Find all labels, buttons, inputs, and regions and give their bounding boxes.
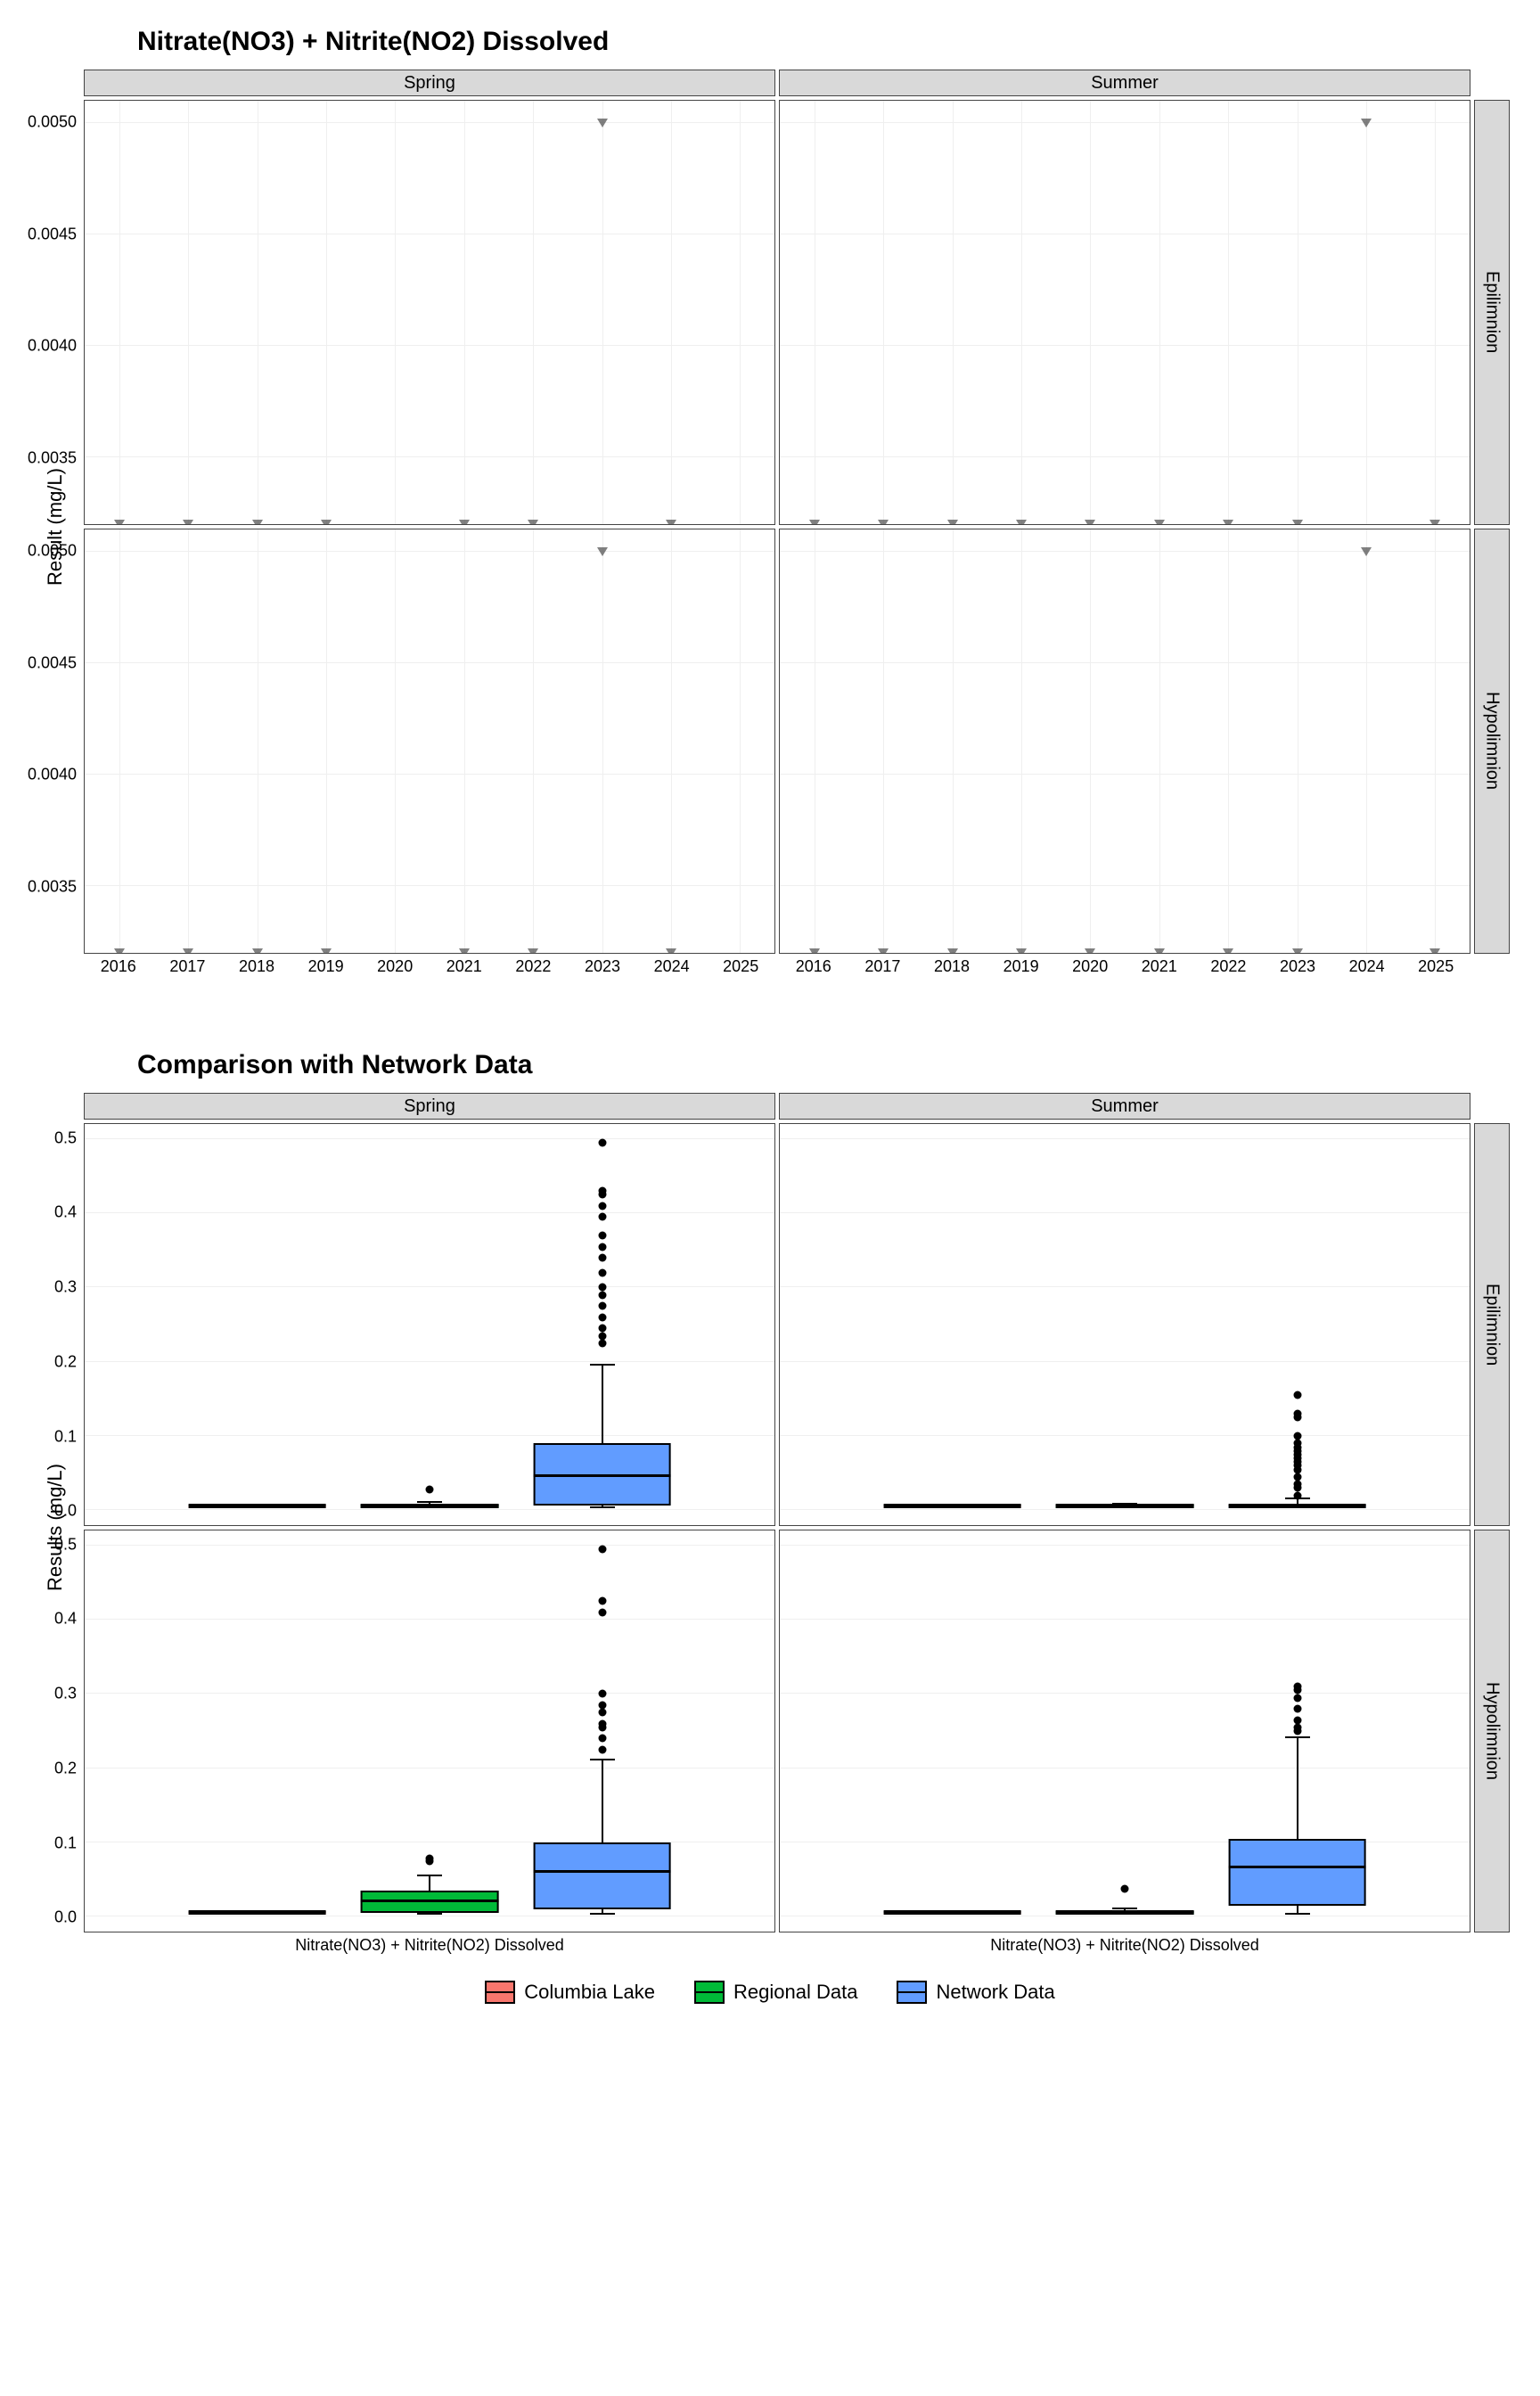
bpanel-summer-epi xyxy=(779,1123,1470,1526)
legend-label-network: Network Data xyxy=(936,1981,1054,2004)
legend-item-network: Network Data xyxy=(897,1981,1054,2004)
facet-col-summer-2: Summer xyxy=(779,1093,1470,1120)
facet-row-epilimnion: Epilimnion xyxy=(1474,100,1510,525)
facet-row-epi-2: Epilimnion xyxy=(1474,1123,1510,1526)
scatter-chart: Nitrate(NO3) + Nitrite(NO2) Dissolved Sp… xyxy=(30,27,1510,988)
facet-col-spring-2: Spring xyxy=(84,1093,775,1120)
bpanel-spring-hypo xyxy=(84,1530,775,1932)
y-ticks-hypo: 0.00350.00400.00450.0050 xyxy=(30,529,80,954)
bpanel-summer-hypo xyxy=(779,1530,1470,1932)
x-ticks-spring: 2016201720182019202020212022202320242025 xyxy=(84,957,775,988)
x-ticks-summer: 2016201720182019202020212022202320242025 xyxy=(779,957,1470,988)
facet-col-summer: Summer xyxy=(779,70,1470,96)
panel-summer-epilimnion xyxy=(779,100,1470,525)
facet-row-hypo-2: Hypolimnion xyxy=(1474,1530,1510,1932)
panel-spring-epilimnion xyxy=(84,100,775,525)
facet-col-spring: Spring xyxy=(84,70,775,96)
panel-spring-hypolimnion xyxy=(84,529,775,954)
y-ticks-epi: 0.00350.00400.00450.0050 xyxy=(30,100,80,525)
legend-item-regional: Regional Data xyxy=(694,1981,857,2004)
panel-summer-hypolimnion xyxy=(779,529,1470,954)
boxplot-chart: Comparison with Network Data Spring Summ… xyxy=(30,1050,1510,2004)
legend-label-columbia: Columbia Lake xyxy=(524,1981,655,2004)
y-ticks-2-epi: 0.00.10.20.30.40.5 xyxy=(30,1123,80,1526)
legend: Columbia Lake Regional Data Network Data xyxy=(30,1981,1510,2004)
facet-row-hypolimnion: Hypolimnion xyxy=(1474,529,1510,954)
y-ticks-2-hypo: 0.00.10.20.30.40.5 xyxy=(30,1530,80,1932)
chart-title-1: Nitrate(NO3) + Nitrite(NO2) Dissolved xyxy=(137,27,1510,57)
legend-item-columbia: Columbia Lake xyxy=(485,1981,655,2004)
legend-label-regional: Regional Data xyxy=(733,1981,857,2004)
x-tick-label-spring: Nitrate(NO3) + Nitrite(NO2) Dissolved xyxy=(84,1936,775,1966)
legend-swatch-blue xyxy=(897,1981,927,2004)
x-tick-label-summer: Nitrate(NO3) + Nitrite(NO2) Dissolved xyxy=(779,1936,1470,1966)
legend-swatch-red xyxy=(485,1981,515,2004)
chart-title-2: Comparison with Network Data xyxy=(137,1050,1510,1080)
bpanel-spring-epi xyxy=(84,1123,775,1526)
legend-swatch-green xyxy=(694,1981,725,2004)
